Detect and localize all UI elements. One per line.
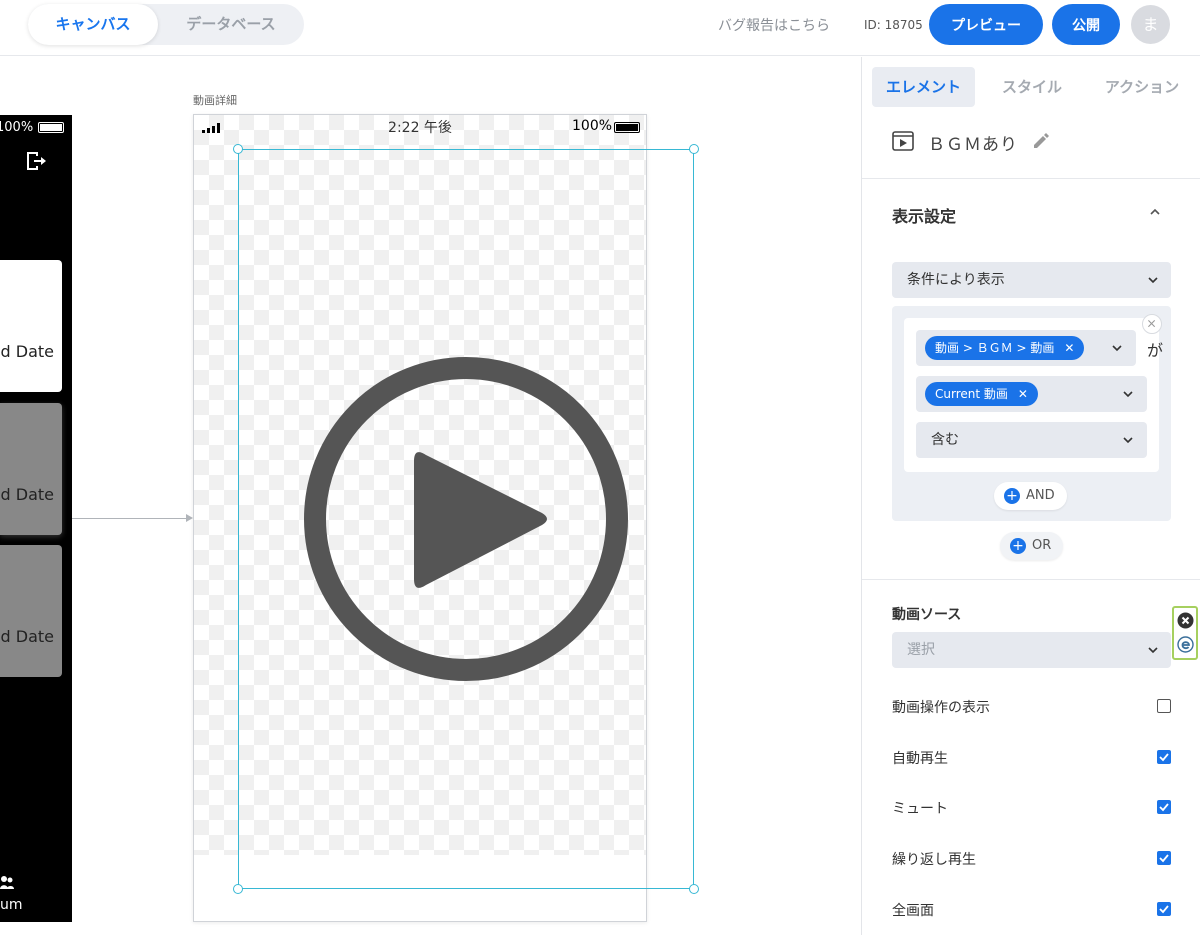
chevron-down-icon xyxy=(1148,647,1158,654)
condition-left-select[interactable]: 動画 > ＢＧＭ > 動画 ✕ xyxy=(916,330,1136,366)
tab-database[interactable]: データベース xyxy=(158,4,304,45)
option-label-mute: ミュート xyxy=(892,801,948,817)
chip-label: 動画 > ＢＧＭ > 動画 xyxy=(935,341,1055,355)
play-icon xyxy=(304,357,628,681)
option-label-show-controls: 動画操作の表示 xyxy=(892,700,990,716)
bug-report-link[interactable]: バグ報告はこちら xyxy=(718,15,830,35)
logout-icon xyxy=(27,152,46,170)
list-item[interactable]: ed Date xyxy=(0,545,62,677)
element-name: ＢＧＭあり xyxy=(928,135,1018,155)
tab-action[interactable]: アクション xyxy=(1092,67,1192,107)
extension-icon[interactable] xyxy=(1177,636,1194,653)
properties-panel: エレメント スタイル アクション ＢＧＭあり 表示設定 条件により表示 動画 >… xyxy=(861,57,1200,935)
list-item[interactable]: ed Date xyxy=(0,260,62,392)
condition-connector: が xyxy=(1147,341,1164,360)
battery-icon xyxy=(614,122,640,133)
option-label-fullscreen: 全画面 xyxy=(892,903,934,919)
video-source-select[interactable]: 選択 xyxy=(892,632,1171,668)
and-label: AND xyxy=(1026,488,1055,503)
option-label-autoplay: 自動再生 xyxy=(892,751,948,767)
video-source-label: 動画ソース xyxy=(892,607,962,623)
preview-button[interactable]: プレビュー xyxy=(929,4,1043,45)
chip-close-icon[interactable]: ✕ xyxy=(1064,341,1074,355)
chevron-down-icon xyxy=(1123,437,1133,444)
video-source-placeholder: 選択 xyxy=(907,642,935,658)
add-or-condition-button[interactable]: + OR xyxy=(1000,532,1064,560)
chevron-up-icon[interactable] xyxy=(1148,205,1162,219)
chevron-down-icon xyxy=(1148,277,1158,284)
side-widget xyxy=(1172,606,1198,660)
section-title: 表示設定 xyxy=(892,207,957,226)
condition-right-chip[interactable]: Current 動画 ✕ xyxy=(925,382,1038,406)
check-icon xyxy=(1159,803,1169,812)
status-battery-text: 100% xyxy=(572,118,613,134)
plus-icon: + xyxy=(1010,538,1026,554)
chip-label: Current 動画 xyxy=(935,387,1008,401)
condition-operator-select[interactable]: 含む xyxy=(916,422,1147,458)
condition-card: 動画 > ＢＧＭ > 動画 ✕ が Current 動画 ✕ 含む xyxy=(904,314,1163,472)
autoplay-checkbox[interactable] xyxy=(1157,750,1171,764)
top-bar: キャンバス データベース バグ報告はこちら ID: 18705 プレビュー 公開… xyxy=(0,0,1200,56)
fullscreen-checkbox[interactable] xyxy=(1157,902,1171,916)
mute-checkbox[interactable] xyxy=(1157,800,1171,814)
condition-right-select[interactable]: Current 動画 ✕ xyxy=(916,376,1147,412)
tab-canvas[interactable]: キャンバス xyxy=(28,4,158,45)
divider xyxy=(862,579,1200,580)
resize-handle[interactable] xyxy=(233,144,243,154)
option-label-loop: 繰り返し再生 xyxy=(892,852,976,868)
battery-icon xyxy=(38,122,64,133)
pencil-icon[interactable] xyxy=(1032,132,1050,150)
chip-close-icon[interactable]: ✕ xyxy=(1018,387,1028,401)
condition-left-chip[interactable]: 動画 > ＢＧＭ > 動画 ✕ xyxy=(925,336,1085,360)
people-icon xyxy=(0,876,14,889)
add-and-condition-button[interactable]: + AND xyxy=(994,482,1067,510)
plus-icon: + xyxy=(1004,488,1020,504)
tab-element[interactable]: エレメント xyxy=(872,67,975,107)
operator-label: 含む xyxy=(931,432,959,448)
avatar[interactable]: ま xyxy=(1131,5,1170,44)
chevron-down-icon xyxy=(1123,391,1133,398)
check-icon xyxy=(1159,854,1169,863)
mode-toggle: キャンバス データベース xyxy=(28,4,304,45)
list-item-label: ed Date xyxy=(0,485,54,504)
nav-label: um xyxy=(0,897,23,913)
or-label: OR xyxy=(1032,538,1052,553)
connector-arrow-icon xyxy=(186,514,193,522)
divider xyxy=(862,178,1200,179)
list-item-label: ed Date xyxy=(0,342,54,361)
tab-style[interactable]: スタイル xyxy=(990,67,1074,107)
check-icon xyxy=(1159,753,1169,762)
screen-label: 動画詳細 xyxy=(193,94,237,107)
close-icon[interactable] xyxy=(1177,612,1194,629)
left-phone-screen[interactable]: 100% ed Date ed Date ed Date um xyxy=(0,115,72,922)
resize-handle[interactable] xyxy=(233,884,243,894)
publish-button[interactable]: 公開 xyxy=(1052,4,1120,45)
check-icon xyxy=(1159,905,1169,914)
loop-checkbox[interactable] xyxy=(1157,851,1171,865)
close-icon[interactable] xyxy=(1142,314,1162,334)
project-id: ID: 18705 xyxy=(864,18,923,32)
resize-handle[interactable] xyxy=(689,884,699,894)
connector-line xyxy=(72,518,190,519)
visibility-select[interactable]: 条件により表示 xyxy=(892,262,1171,298)
chevron-down-icon xyxy=(1112,345,1122,352)
list-item-label: ed Date xyxy=(0,627,54,646)
resize-handle[interactable] xyxy=(689,144,699,154)
list-item[interactable]: ed Date xyxy=(0,403,62,535)
visibility-select-label: 条件により表示 xyxy=(907,272,1005,288)
video-icon xyxy=(892,131,914,151)
show-controls-checkbox[interactable] xyxy=(1157,699,1171,713)
